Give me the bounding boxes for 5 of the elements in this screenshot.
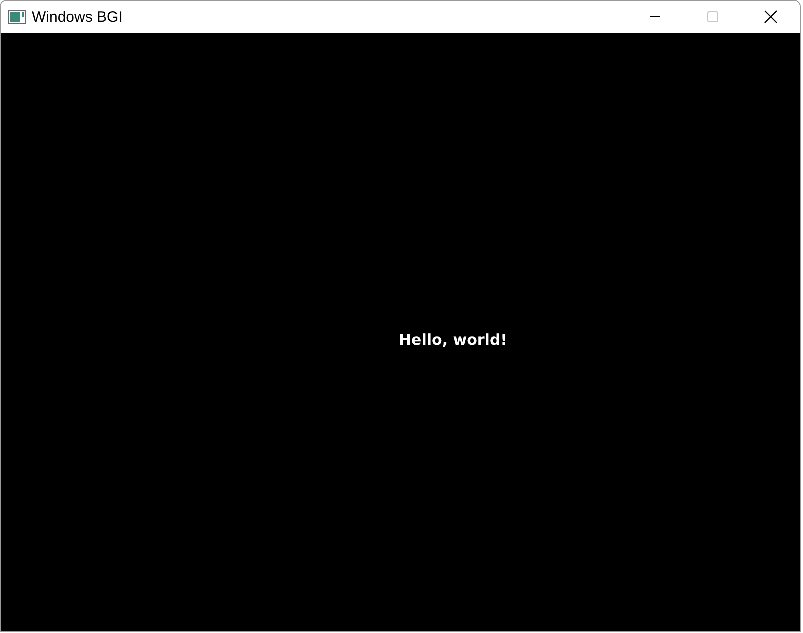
close-icon <box>764 10 778 24</box>
window-title: Windows BGI <box>32 8 123 26</box>
canvas-text: Hello, world! <box>399 331 508 349</box>
app-icon <box>8 10 26 24</box>
maximize-icon <box>707 11 719 23</box>
